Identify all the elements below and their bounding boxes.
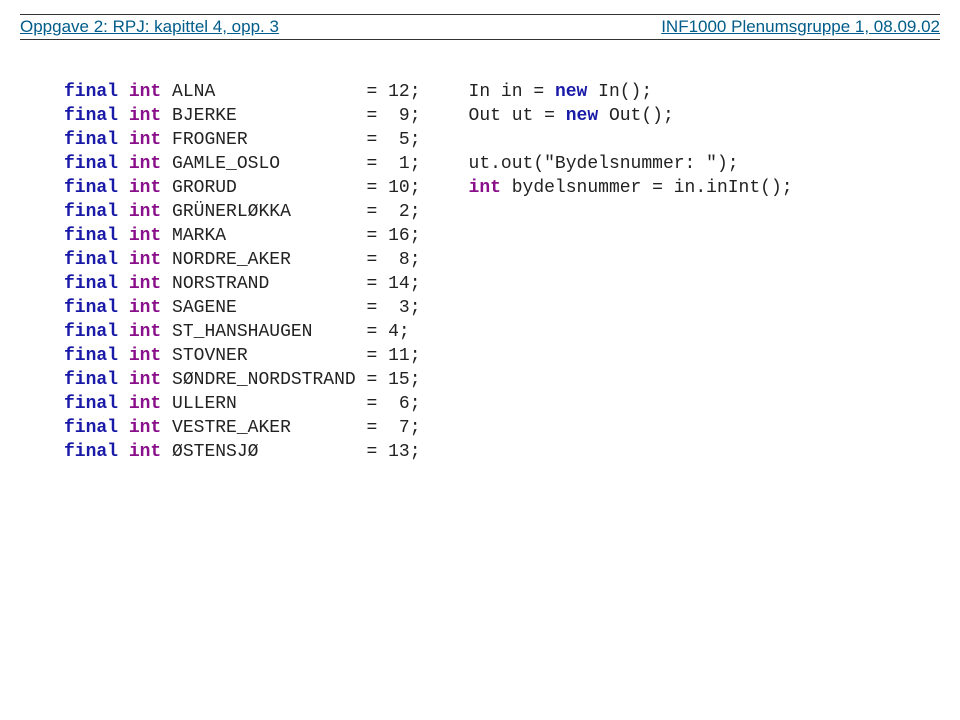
identifier: BJERKE — [172, 106, 237, 126]
assignment: = 7; — [367, 418, 421, 438]
keyword-int: int — [129, 178, 161, 198]
keyword-int: int — [129, 394, 161, 414]
keyword-final: final — [64, 82, 118, 102]
keyword-final: final — [64, 298, 118, 318]
keyword-int: int — [129, 106, 161, 126]
keyword-final: final — [64, 274, 118, 294]
keyword-final: final — [64, 250, 118, 270]
code-text: In(); — [587, 82, 652, 102]
identifier: NORSTRAND — [172, 274, 269, 294]
identifier: SØNDRE_NORDSTRAND — [172, 370, 356, 390]
header-left: Oppgave 2: RPJ: kapittel 4, opp. 3 — [20, 17, 279, 37]
assignment: = 9; — [366, 106, 420, 126]
assignment: = 3; — [366, 298, 420, 318]
code-block: final int ALNA = 12; final int BJERKE = … — [64, 80, 896, 464]
identifier: GRÜNERLØKKA — [172, 202, 291, 222]
identifier: GAMLE_OSLO — [172, 154, 280, 174]
keyword-int: int — [129, 226, 161, 246]
identifier: GRORUD — [172, 178, 237, 198]
assignment: = 5; — [367, 130, 421, 150]
keyword-final: final — [64, 154, 118, 174]
identifier: ST_HANSHAUGEN — [172, 322, 312, 342]
keyword-final: final — [64, 106, 118, 126]
keyword-int: int — [129, 130, 161, 150]
header-bar: Oppgave 2: RPJ: kapittel 4, opp. 3 INF10… — [20, 14, 940, 40]
assignment: = 6; — [366, 394, 420, 414]
code-text: ut.out("Bydelsnummer: "); — [469, 154, 739, 174]
keyword-int: int — [469, 178, 501, 198]
keyword-final: final — [64, 394, 118, 414]
keyword-int: int — [129, 418, 161, 438]
code-text: In in = — [469, 82, 555, 102]
assignment: = 1; — [367, 154, 421, 174]
keyword-new: new — [566, 106, 598, 126]
keyword-int: int — [129, 202, 161, 222]
keyword-final: final — [64, 178, 118, 198]
identifier: SAGENE — [172, 298, 237, 318]
keyword-final: final — [64, 418, 118, 438]
assignment: = 8; — [367, 250, 421, 270]
identifier: ALNA — [172, 82, 215, 102]
keyword-int: int — [129, 154, 161, 174]
identifier: STOVNER — [172, 346, 248, 366]
identifier: VESTRE_AKER — [172, 418, 291, 438]
keyword-final: final — [64, 370, 118, 390]
keyword-final: final — [64, 130, 118, 150]
assignment: = 13; — [367, 442, 421, 462]
keyword-final: final — [64, 226, 118, 246]
assignment: = 2; — [367, 202, 421, 222]
keyword-int: int — [129, 298, 161, 318]
assignment: = 14; — [366, 274, 420, 294]
keyword-int: int — [129, 370, 161, 390]
code-left-column: final int ALNA = 12; final int BJERKE = … — [64, 80, 421, 464]
identifier: FROGNER — [172, 130, 248, 150]
assignment: = 4; — [367, 322, 410, 342]
header-right: INF1000 Plenumsgruppe 1, 08.09.02 — [661, 17, 940, 37]
assignment: = 11; — [367, 346, 421, 366]
keyword-final: final — [64, 322, 118, 342]
identifier: NORDRE_AKER — [172, 250, 291, 270]
keyword-int: int — [129, 322, 161, 342]
keyword-final: final — [64, 202, 118, 222]
identifier: MARKA — [172, 226, 226, 246]
keyword-int: int — [129, 274, 161, 294]
keyword-new: new — [555, 82, 587, 102]
code-right-column: In in = new In(); Out ut = new Out(); ut… — [469, 80, 793, 200]
assignment: = 10; — [366, 178, 420, 198]
keyword-int: int — [129, 442, 161, 462]
identifier: ULLERN — [172, 394, 237, 414]
keyword-int: int — [129, 250, 161, 270]
keyword-final: final — [64, 346, 118, 366]
assignment: = 15; — [367, 370, 421, 390]
code-text: bydelsnummer = in.inInt(); — [501, 178, 793, 198]
code-text: Out ut = — [469, 106, 566, 126]
code-text: Out(); — [598, 106, 674, 126]
assignment: = 16; — [367, 226, 421, 246]
assignment: = 12; — [367, 82, 421, 102]
keyword-int: int — [129, 346, 161, 366]
keyword-int: int — [129, 82, 161, 102]
identifier: ØSTENSJØ — [172, 442, 258, 462]
keyword-final: final — [64, 442, 118, 462]
